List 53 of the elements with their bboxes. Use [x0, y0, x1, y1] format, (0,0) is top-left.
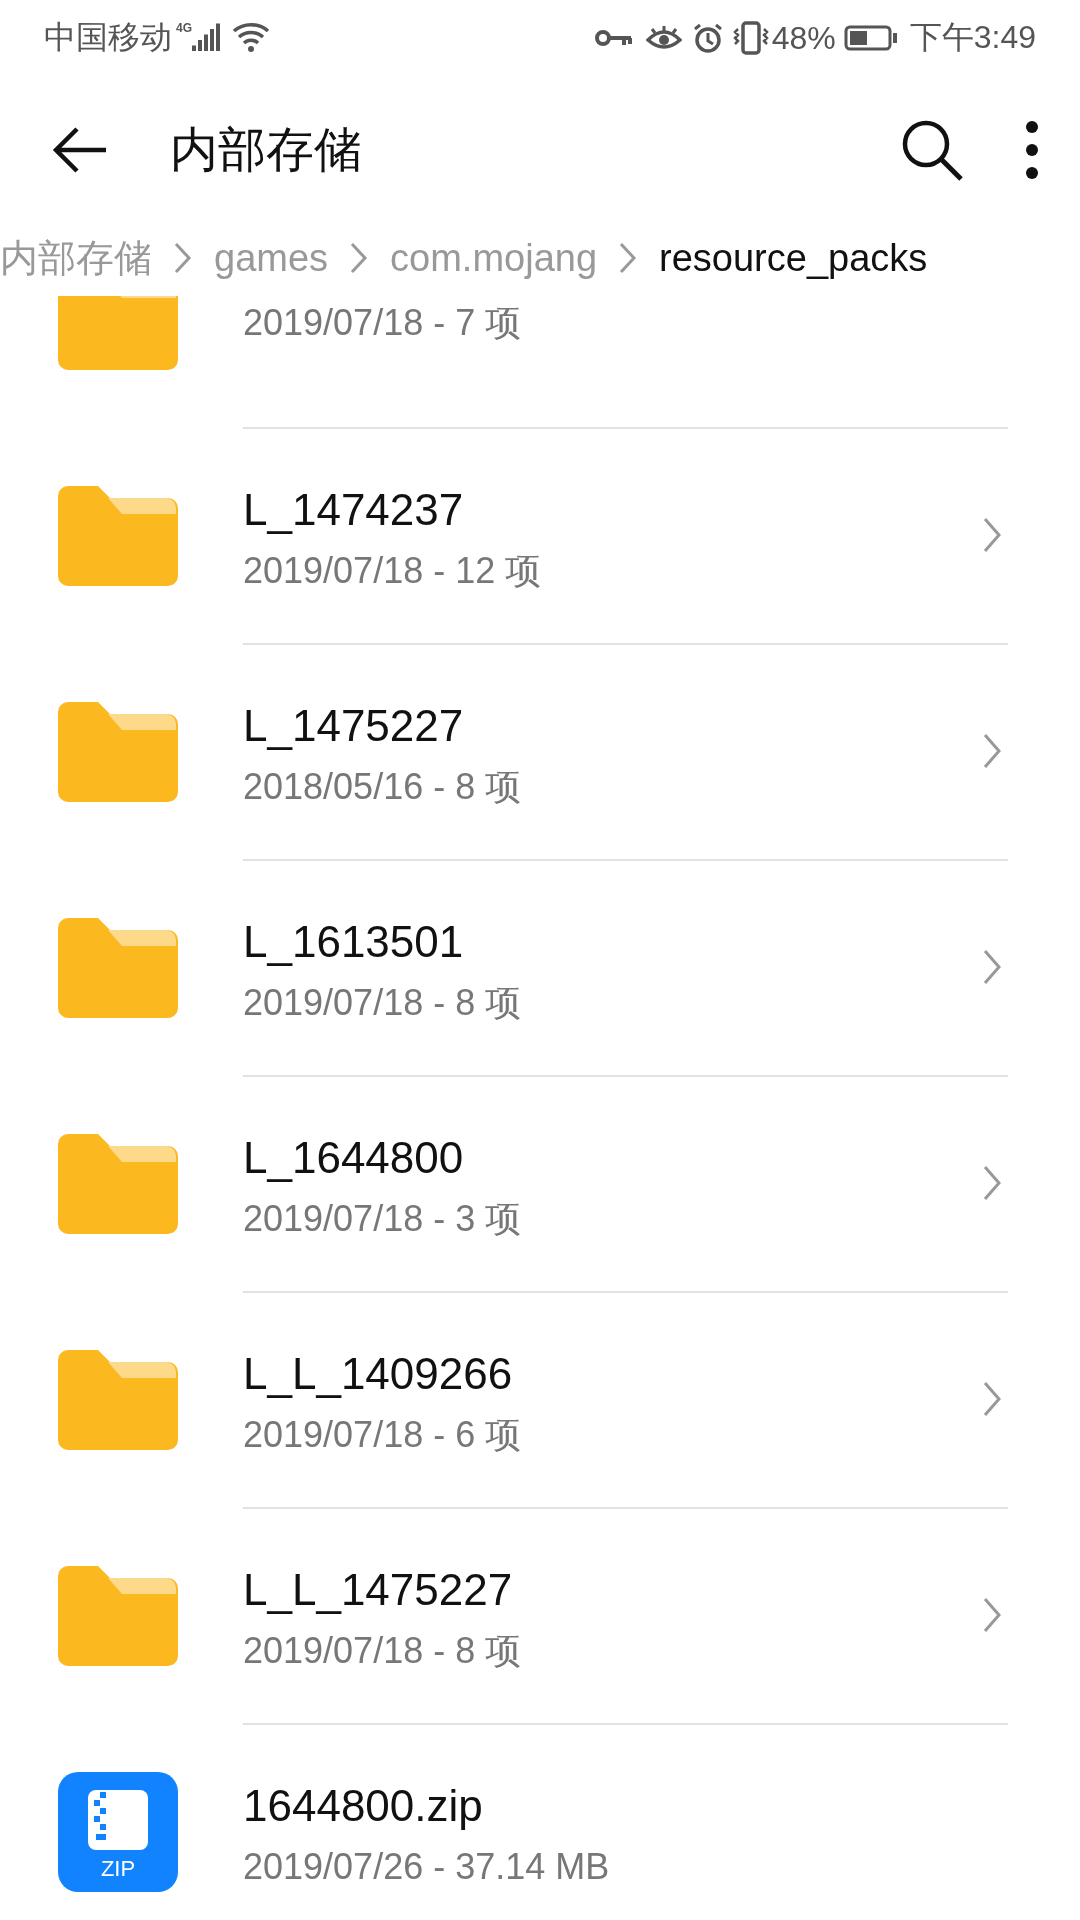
folder-icon [57, 1134, 178, 1234]
file-details: 2019/07/18 - 8 项 [243, 1629, 523, 1673]
file-row[interactable]: 2019/07/18 - 7 项 [0, 296, 1080, 428]
file-name: L_L_1409266 [243, 1349, 514, 1400]
back-button[interactable] [52, 127, 108, 173]
clock-time: 下午3:49 [909, 18, 1036, 57]
file-details: 2018/05/16 - 8 项 [243, 765, 523, 809]
breadcrumb-link[interactable]: resource_packs [659, 236, 928, 280]
zip-file-icon: ZIP [57, 1772, 178, 1892]
file-name: L_1613501 [243, 917, 465, 968]
file-row[interactable]: ZIP 1644800.zip 2019/07/26 - 37.14 MB [0, 1724, 1080, 1920]
chevron-right-icon [982, 732, 1002, 770]
page-title: 内部存储 [170, 122, 363, 178]
more-options-button[interactable] [1024, 120, 1040, 180]
file-name: L_1644800 [243, 1133, 465, 1184]
chevron-right-icon [982, 1164, 1002, 1202]
carrier-name: 中国移动 [44, 18, 172, 57]
wifi-icon [232, 21, 272, 55]
file-details: 2019/07/18 - 8 项 [243, 981, 523, 1025]
folder-icon [57, 296, 178, 370]
battery-icon [843, 24, 898, 52]
file-row[interactable]: L_1474237 2019/07/18 - 12 项 [0, 428, 1080, 644]
folder-icon [57, 918, 178, 1018]
file-row[interactable]: L_1644800 2019/07/18 - 3 项 [0, 1076, 1080, 1292]
file-row[interactable]: L_1613501 2019/07/18 - 8 项 [0, 860, 1080, 1076]
file-details: 2019/07/18 - 12 项 [243, 549, 543, 593]
chevron-right-icon [982, 1380, 1002, 1418]
folder-icon [57, 486, 178, 586]
folder-icon [57, 1566, 178, 1666]
file-name: 1644800.zip [243, 1781, 484, 1832]
chevron-right-icon [982, 1596, 1002, 1634]
file-details: 2019/07/18 - 3 项 [243, 1197, 523, 1241]
file-name: L_1474237 [243, 485, 465, 536]
battery-percent: 48% [771, 19, 836, 57]
file-row[interactable]: L_L_1409266 2019/07/18 - 6 项 [0, 1292, 1080, 1508]
folder-icon [57, 702, 178, 802]
chevron-right-icon [174, 242, 192, 274]
chevron-right-icon [982, 948, 1002, 986]
file-row[interactable]: L_1475227 2018/05/16 - 8 项 [0, 644, 1080, 860]
eye-icon [645, 24, 682, 52]
file-details: 2019/07/18 - 6 项 [243, 1413, 523, 1457]
file-name: L_L_1475227 [243, 1565, 514, 1616]
file-name: L_1475227 [243, 701, 465, 752]
alarm-icon [691, 22, 724, 54]
search-button[interactable] [900, 118, 964, 182]
chevron-right-icon [350, 242, 369, 274]
vibrate-icon [731, 21, 770, 55]
file-row[interactable]: L_L_1475227 2019/07/18 - 8 项 [0, 1508, 1080, 1724]
chevron-right-icon [619, 242, 638, 274]
folder-icon [57, 1350, 178, 1450]
chevron-right-icon [982, 516, 1002, 554]
file-details: 2019/07/26 - 37.14 MB [243, 1845, 611, 1889]
file-details: 2019/07/18 - 7 项 [243, 301, 523, 345]
